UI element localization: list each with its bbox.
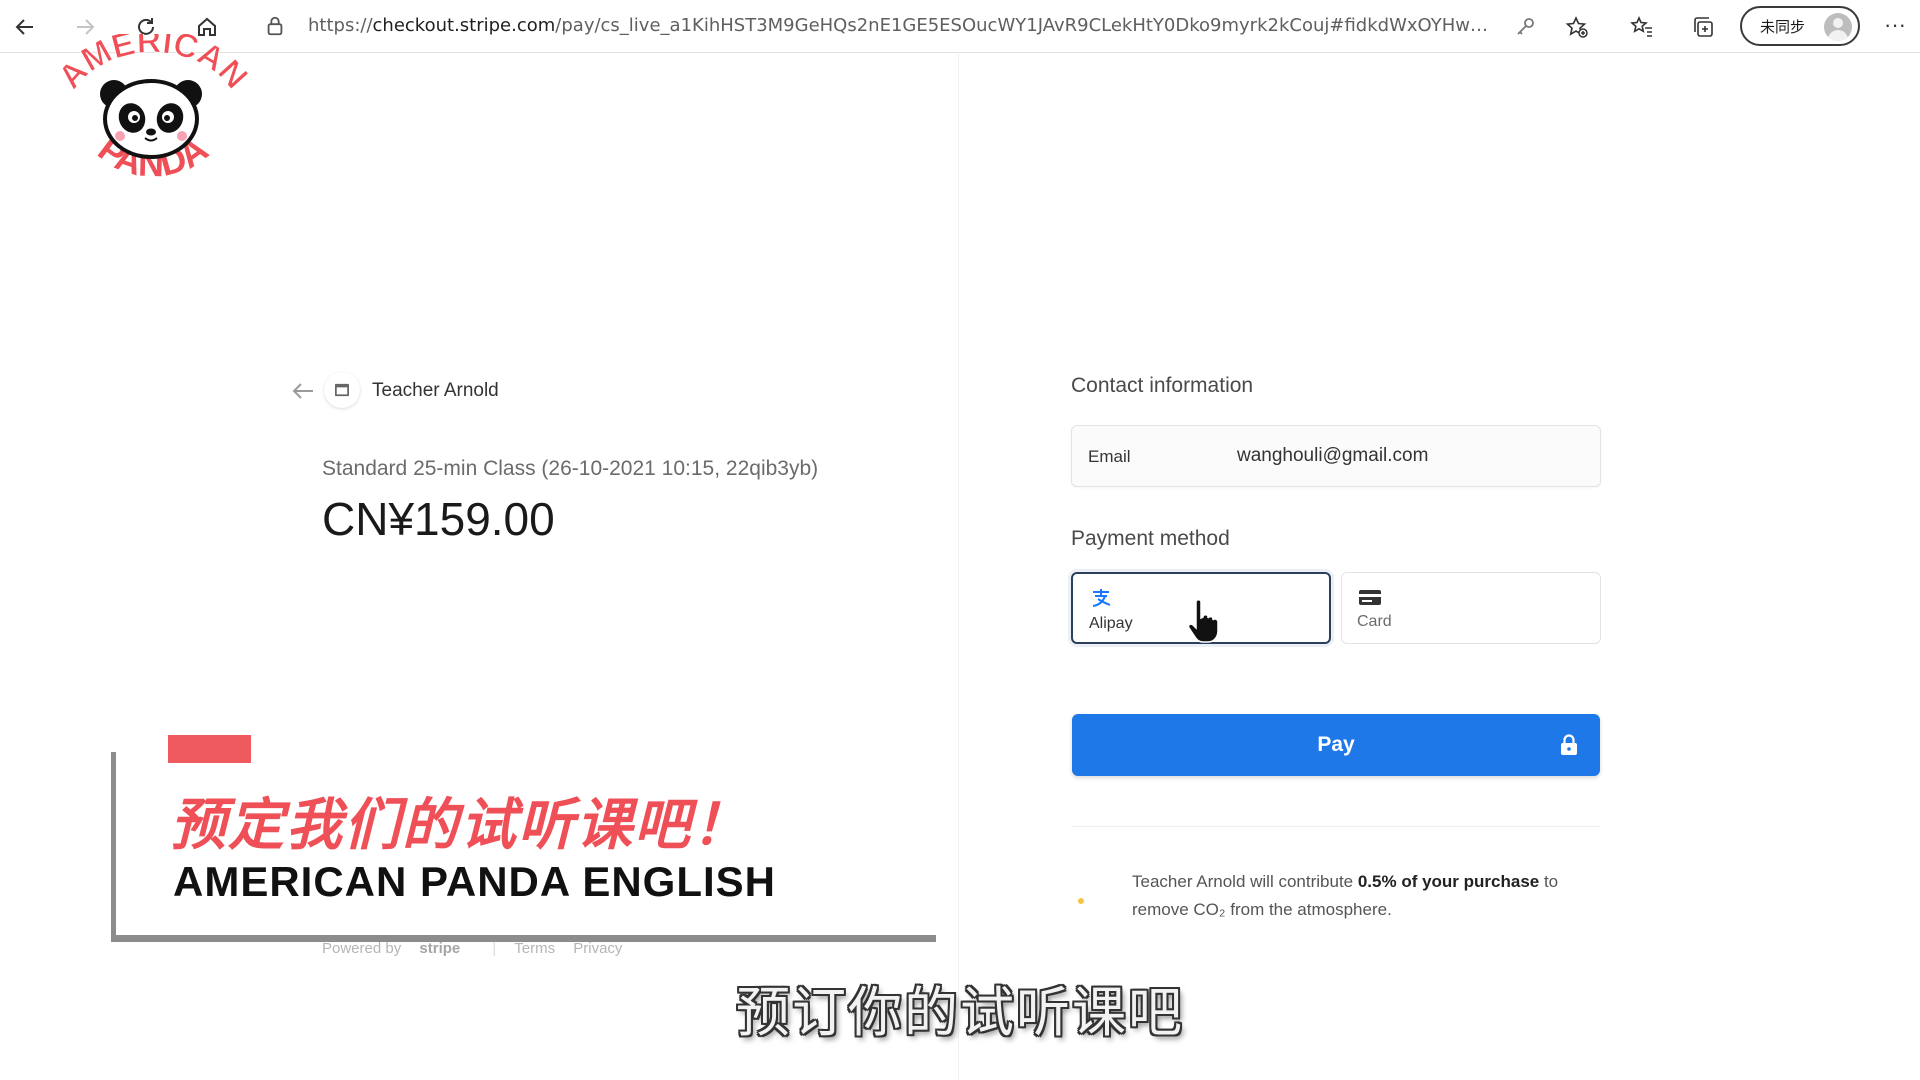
privacy-link[interactable]: Privacy [573,940,622,957]
separator: | [492,940,497,957]
store-icon [335,383,349,397]
column-divider [958,54,959,1080]
favorites-list-icon [1630,16,1652,37]
url-host: checkout.stripe.com [372,15,556,36]
add-favorite-button[interactable] [1562,12,1592,42]
payment-option-card[interactable]: Card [1341,572,1601,644]
pay-label: Pay [1317,733,1355,756]
alipay-icon [1092,589,1111,607]
contact-heading: Contact information [1071,374,1254,397]
product-price: CN¥159.00 [322,493,555,545]
climate-contribution-text: Teacher Arnold will contribute 0.5% of y… [1132,872,1559,919]
email-value[interactable]: wanghouli@gmail.com [1237,445,1428,467]
climate-percent: 0.5% of your purchase [1357,872,1540,891]
collections-icon [1694,17,1713,37]
card-icon [1359,590,1381,605]
hand-cursor-icon [1187,599,1219,643]
lock-icon [1561,734,1577,755]
favorites-button[interactable] [1627,12,1657,42]
powered-by-text: Powered by stripe [322,940,461,957]
avatar [1824,13,1852,41]
merchant-logo [324,372,360,408]
stripe-brand: stripe [419,940,461,957]
back-arrow-icon [15,19,33,35]
divider [1071,826,1601,827]
banner-english-text: AMERICAN PANDA ENGLISH [173,858,777,905]
pay-button[interactable]: Pay [1072,714,1600,776]
site-lock-icon[interactable] [264,15,286,37]
profile-button[interactable]: 未同步 [1740,6,1860,46]
collections-button[interactable] [1688,12,1718,42]
american-panda-logo: AMERICAN PANDA [50,34,255,184]
terms-link[interactable]: Terms [514,940,555,957]
banner-accent-tag [168,735,251,763]
product-name: Standard 25-min Class (26-10-2021 10:15,… [322,457,819,480]
address-bar[interactable]: https://checkout.stripe.com/pay/cs_live_… [308,15,1498,36]
stripe-footer: Powered by stripe | Terms Privacy [322,940,636,957]
video-subtitle: 预订你的试听课吧 [736,981,1184,1044]
payment-option-label: Card [1357,613,1392,630]
climate-icon [1078,898,1084,904]
payment-heading: Payment method [1071,527,1230,550]
star-add-icon [1565,16,1588,38]
browser-toolbar: https://checkout.stripe.com/pay/cs_live_… [0,0,1920,53]
profile-sync-status: 未同步 [1760,17,1806,36]
password-key-button[interactable] [1510,12,1540,42]
payment-option-label: Alipay [1089,615,1133,632]
email-label: Email [1088,447,1131,466]
more-menu-button[interactable]: ··· [1880,12,1910,42]
back-to-merchant-icon[interactable] [290,380,316,402]
key-icon [1517,18,1534,35]
merchant-name: Teacher Arnold [372,380,499,401]
banner-chinese-text: 预定我们的试听课吧！ [170,793,750,858]
back-button[interactable] [9,11,41,43]
url-path: /pay/cs_live_a1KihHST3M9GeHQs2nE1GE5ESOu… [555,15,1498,36]
url-prefix: https:// [308,15,373,36]
email-field[interactable]: Email wanghouli@gmail.com [1071,425,1601,487]
